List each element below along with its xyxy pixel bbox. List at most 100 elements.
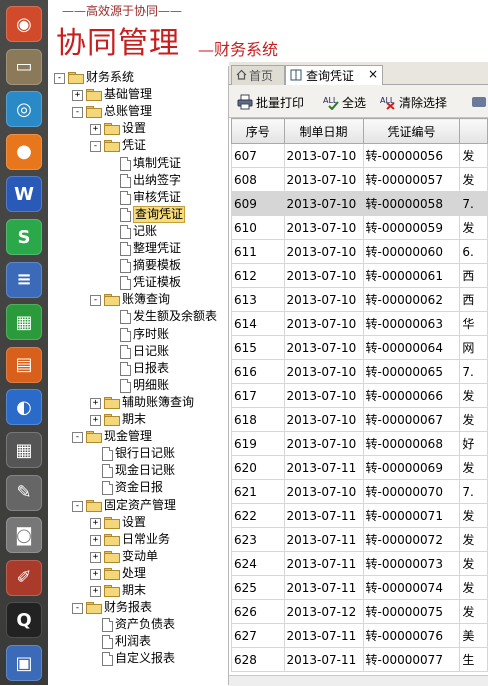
tree-folder[interactable]: + 期末 — [48, 411, 228, 428]
paint-icon[interactable]: ✐ — [6, 559, 42, 596]
table-row[interactable]: 617 2013-07-10 转-00000066 发 — [231, 383, 488, 408]
tree-folder[interactable]: + 期末 — [48, 582, 228, 599]
collapse-icon[interactable]: - — [90, 295, 101, 307]
writer-icon[interactable]: W — [6, 176, 42, 213]
ubuntu-icon[interactable]: ◉ — [6, 6, 42, 42]
table-row[interactable]: 615 2013-07-10 转-00000064 网 — [231, 335, 488, 360]
tree-folder[interactable]: + 处理 — [48, 565, 228, 582]
table-row[interactable]: 621 2013-07-10 转-00000070 7. — [231, 479, 488, 504]
table-row[interactable]: 609 2013-07-10 转-00000058 7. — [231, 191, 488, 216]
table-row[interactable]: 607 2013-07-10 转-00000056 发 — [231, 143, 488, 168]
table-row[interactable]: 627 2013-07-11 转-00000076 美 — [231, 623, 488, 648]
expand-icon[interactable]: + — [90, 124, 101, 136]
expand-icon[interactable]: + — [90, 568, 101, 580]
tree-item[interactable]: 出纳签字 — [48, 172, 228, 189]
table-row[interactable]: 622 2013-07-11 转-00000071 发 — [231, 503, 488, 528]
tree-folder[interactable]: + 基础管理 — [48, 86, 228, 103]
tree-folder[interactable]: - 财务报表 — [48, 599, 228, 616]
batch-print-button[interactable]: 批量打印 — [237, 93, 304, 111]
collapse-icon[interactable]: - — [54, 73, 65, 84]
tree-item[interactable]: 查询凭证 — [48, 205, 228, 223]
tree-item[interactable]: 整理凭证 — [48, 240, 228, 257]
table-row[interactable]: 620 2013-07-11 转-00000069 发 — [231, 455, 488, 480]
table-row[interactable]: 614 2013-07-10 转-00000063 华 — [231, 311, 488, 336]
more-tools-icon[interactable] — [471, 93, 487, 111]
expand-icon[interactable]: + — [90, 551, 101, 563]
tree-folder[interactable]: + 设置 — [48, 120, 228, 137]
qq-icon[interactable]: Q — [6, 602, 42, 639]
camera-icon[interactable]: ◙ — [6, 517, 42, 554]
calculator-icon[interactable]: ▦ — [6, 432, 42, 468]
column-header[interactable]: 凭证编号 — [362, 118, 461, 144]
calc-icon[interactable]: ▦ — [6, 304, 42, 341]
table-row[interactable]: 610 2013-07-10 转-00000059 发 — [231, 215, 488, 240]
tree-folder[interactable]: - 现金管理 — [48, 428, 228, 445]
tree-item[interactable]: 资产负债表 — [48, 616, 228, 633]
tab-close-icon[interactable]: × — [368, 67, 378, 81]
table-row[interactable]: 624 2013-07-11 转-00000073 发 — [231, 551, 488, 576]
chromium-icon[interactable]: ◎ — [6, 91, 42, 128]
tree-folder[interactable]: + 变动单 — [48, 548, 228, 565]
table-row[interactable]: 623 2013-07-11 转-00000072 发 — [231, 527, 488, 552]
expand-icon[interactable]: + — [90, 415, 101, 426]
table-row[interactable]: 628 2013-07-11 转-00000077 生 — [231, 647, 488, 672]
text-editor-icon[interactable]: ✎ — [6, 474, 42, 511]
select-all-button[interactable]: ALL 全选 — [323, 93, 366, 111]
document-icon[interactable]: ≡ — [6, 261, 42, 298]
collapse-icon[interactable]: - — [72, 107, 83, 119]
tree-item[interactable]: 记账 — [48, 223, 228, 240]
tab-home[interactable]: 首页 — [231, 65, 285, 85]
tree-item[interactable]: 利润表 — [48, 633, 228, 650]
expand-icon[interactable]: + — [90, 586, 101, 597]
tree-folder[interactable]: - 总账管理 — [48, 103, 228, 120]
sheet-icon[interactable]: S — [6, 219, 42, 255]
tree-item[interactable]: 凭证模板 — [48, 274, 228, 291]
tab-query-voucher[interactable]: 查询凭证 × — [285, 65, 383, 85]
expand-icon[interactable]: + — [90, 397, 101, 409]
tree-item[interactable]: 发生额及余额表 — [48, 308, 228, 325]
tree-item[interactable]: 审核凭证 — [48, 189, 228, 206]
tree-item[interactable]: 摘要模板 — [48, 257, 228, 274]
table-row[interactable]: 616 2013-07-10 转-00000065 7. — [231, 359, 488, 384]
table-row[interactable]: 612 2013-07-10 转-00000061 西 — [231, 263, 488, 288]
table-row[interactable]: 611 2013-07-10 转-00000060 6. — [231, 239, 488, 264]
tree-item[interactable]: 自定义报表 — [48, 650, 228, 667]
column-header[interactable]: 制单日期 — [283, 118, 364, 144]
tree-item[interactable]: 序时账 — [48, 326, 228, 343]
collapse-icon[interactable]: - — [90, 141, 101, 153]
expand-icon[interactable]: + — [90, 517, 101, 529]
tree-folder[interactable]: - 固定资产管理 — [48, 497, 228, 514]
table-row[interactable]: 625 2013-07-11 转-00000074 发 — [231, 575, 488, 600]
tree-folder[interactable]: + 日常业务 — [48, 531, 228, 548]
clear-selection-button[interactable]: ALL 清除选择 — [380, 93, 447, 111]
horizontal-scrollbar[interactable] — [229, 675, 488, 686]
table-row[interactable]: 618 2013-07-10 转-00000067 发 — [231, 407, 488, 432]
table-row[interactable]: 626 2013-07-12 转-00000075 发 — [231, 599, 488, 624]
tree-item[interactable]: 现金日记账 — [48, 462, 228, 479]
firefox-icon[interactable]: ● — [6, 133, 42, 170]
tree-folder[interactable]: - 账簿查询 — [48, 291, 228, 308]
table-row[interactable]: 613 2013-07-10 转-00000062 西 — [231, 287, 488, 312]
tree-folder[interactable]: + 设置 — [48, 514, 228, 531]
tree-folder[interactable]: + 辅助账簿查询 — [48, 394, 228, 411]
expand-icon[interactable]: + — [90, 534, 101, 546]
table-row[interactable]: 619 2013-07-10 转-00000068 好 — [231, 431, 488, 456]
collapse-icon[interactable]: - — [72, 603, 83, 615]
tree-item[interactable]: 日报表 — [48, 360, 228, 377]
tree-item[interactable]: 明细账 — [48, 377, 228, 394]
impress-icon[interactable]: ▤ — [6, 346, 42, 383]
tree-item[interactable]: 银行日记账 — [48, 445, 228, 462]
column-header[interactable]: 序号 — [231, 118, 285, 144]
expand-icon[interactable]: + — [72, 90, 83, 102]
tree-item[interactable]: 日记账 — [48, 343, 228, 360]
tree-folder[interactable]: - 财务系统 — [48, 69, 228, 86]
table-row[interactable]: 608 2013-07-10 转-00000057 发 — [231, 167, 488, 192]
collapse-icon[interactable]: - — [72, 432, 83, 444]
thunderbird-icon[interactable]: ◐ — [6, 389, 42, 426]
tree-item[interactable]: 资金日报 — [48, 479, 228, 496]
collapse-icon[interactable]: - — [72, 500, 83, 512]
files-icon[interactable]: ▭ — [6, 48, 42, 85]
tree-item[interactable]: 填制凭证 — [48, 155, 228, 172]
column-header[interactable] — [459, 118, 488, 144]
display-icon[interactable]: ▣ — [6, 645, 42, 681]
